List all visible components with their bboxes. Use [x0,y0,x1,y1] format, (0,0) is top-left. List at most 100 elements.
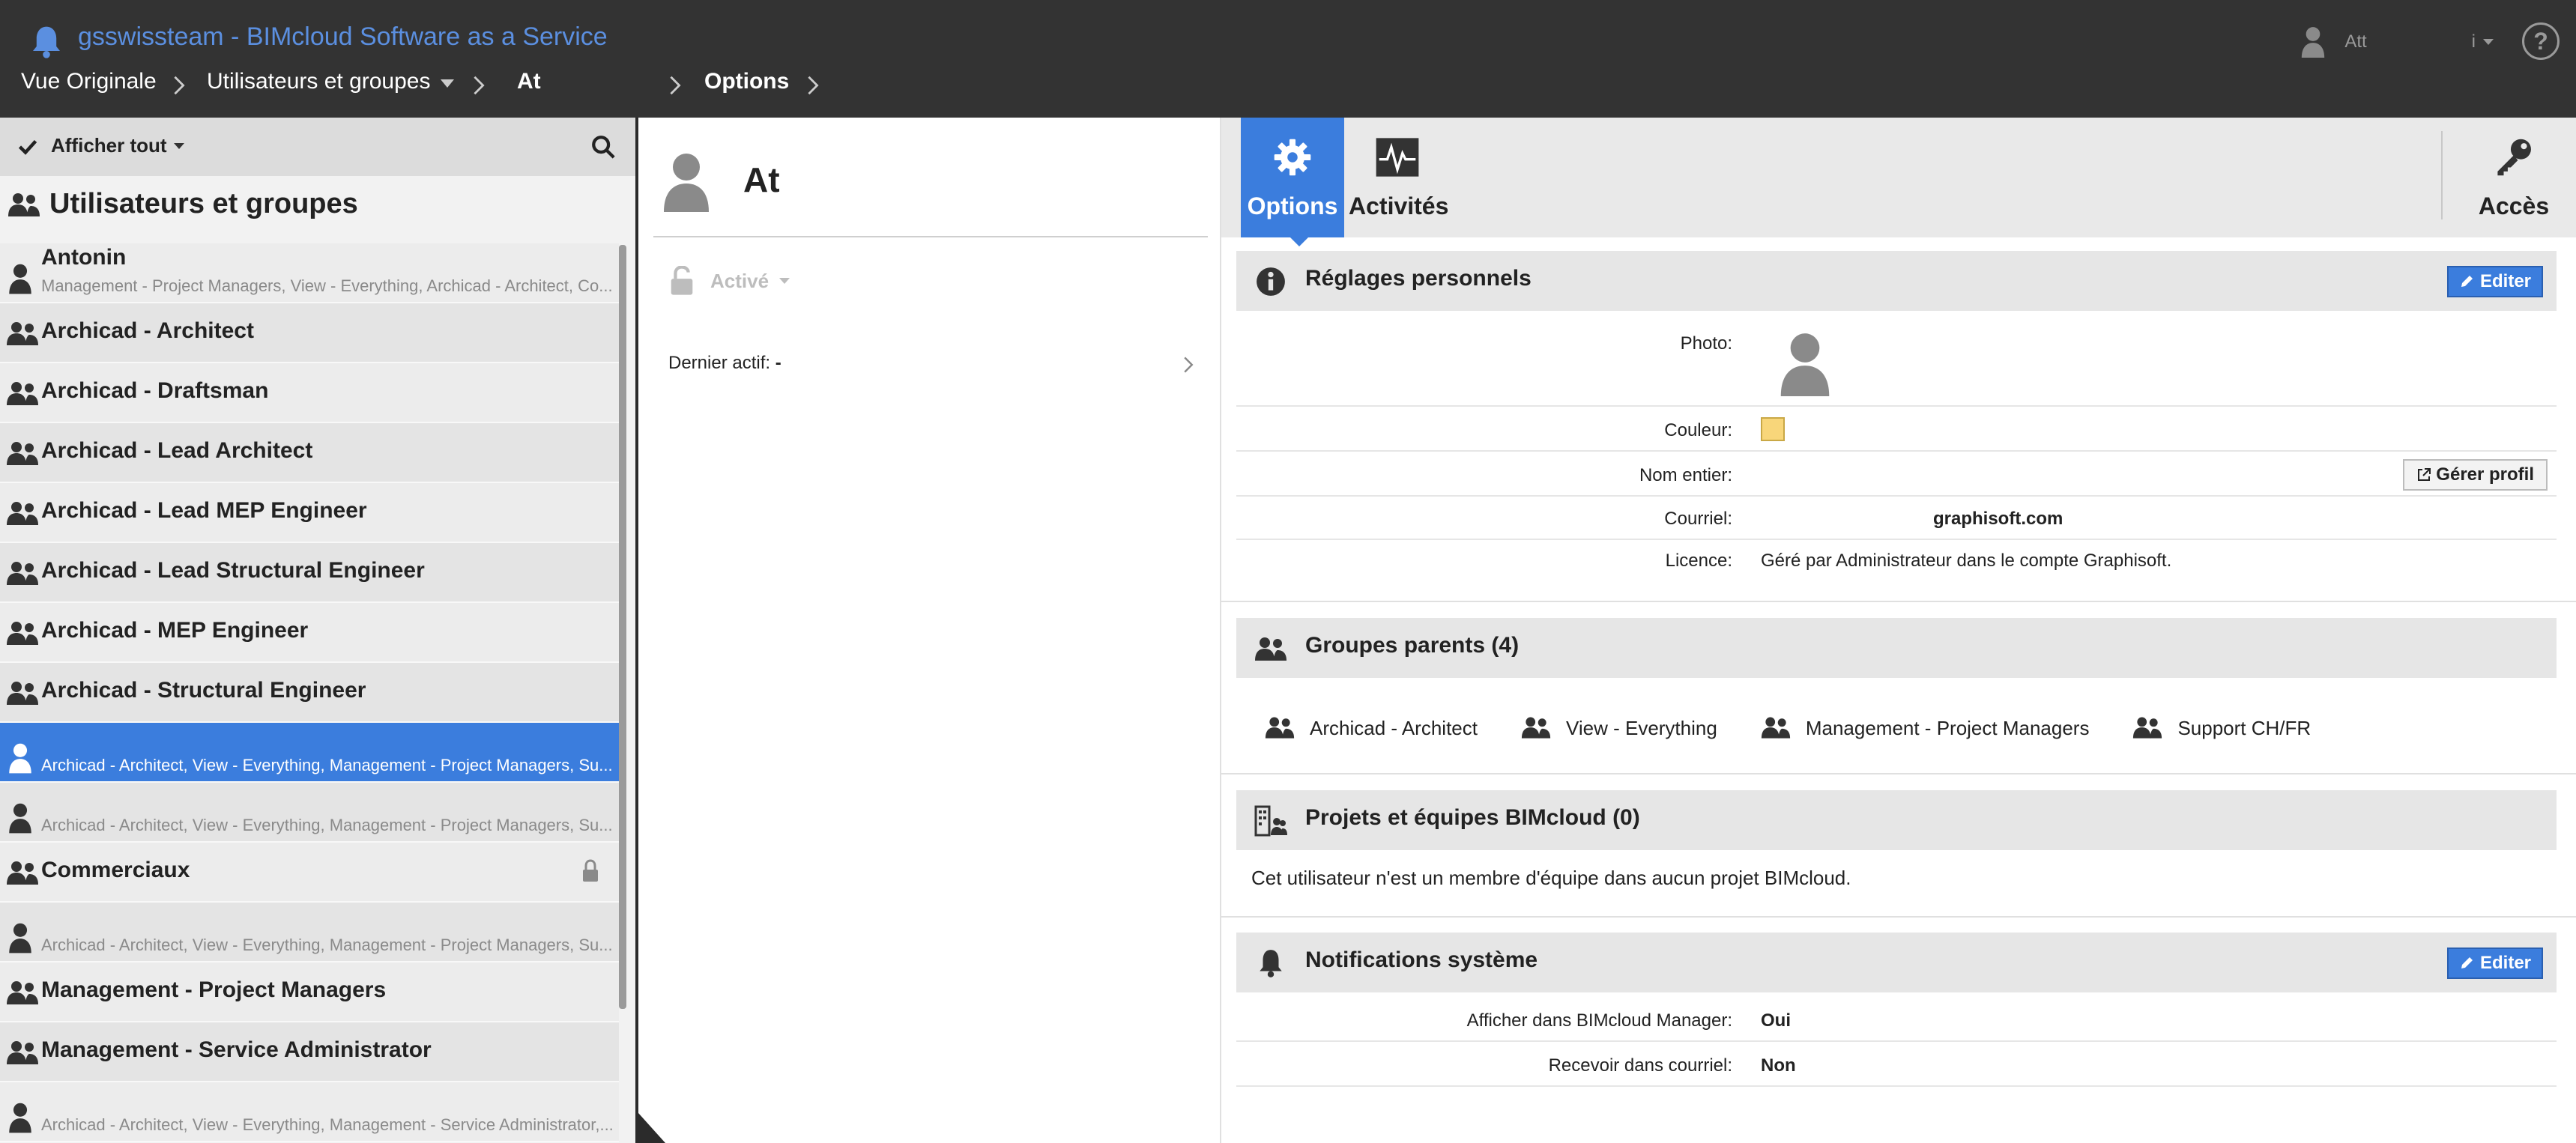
activity-monitor-icon [1376,138,1419,177]
bell-icon[interactable] [27,24,66,60]
search-icon[interactable] [590,134,616,160]
notifications-header: Notifications système Editer [1236,933,2557,992]
group-list-item[interactable]: Archicad - Architect [0,303,619,363]
chevron-right-icon[interactable] [1182,356,1194,374]
last-active-row[interactable]: Dernier actif: - [668,353,781,374]
breadcrumb-options[interactable]: Options [704,69,789,94]
last-active-label: Dernier actif: [668,353,771,373]
license-value: Géré par Administrateur dans le compte G… [1761,551,2172,571]
divider [653,236,1208,237]
group-list-item[interactable]: Management - Service Administrator [0,1022,619,1082]
user-icon [9,923,31,953]
divider [1221,916,2576,918]
chevron-down-icon [2483,39,2494,45]
edit-notifications-button[interactable]: Editer [2446,948,2543,979]
user-list-item[interactable]: Archicad - Architect, View - Everything,… [0,1082,619,1142]
user-icon [9,743,31,774]
personal-settings-title: Réglages personnels [1305,266,1532,291]
group-list-item[interactable]: Archicad - Lead Architect [0,423,619,483]
chevron-right-icon [808,76,819,95]
user-list-item[interactable]: Archicad - Architect, View - Everything,… [0,903,619,962]
group-list-item[interactable]: Archicad - Draftsman [0,363,619,423]
chevron-right-icon [474,76,485,95]
user-icon [9,1103,31,1133]
status-dropdown[interactable]: Activé [668,266,790,296]
user-list-item[interactable]: Archicad - Architect, View - Everything,… [0,723,619,783]
panel-title: Utilisateurs et groupes [49,188,358,219]
email-row: Courriel: graphisoft.com [1236,498,2557,540]
edit-label: Editer [2479,953,2531,973]
projects-title: Projets et équipes BIMcloud (0) [1305,805,1640,830]
user-photo-placeholder-icon[interactable] [1779,332,1831,396]
group-list-item[interactable]: Archicad - Lead Structural Engineer [0,543,619,603]
building-team-icon [1254,805,1287,837]
user-name[interactable]: Att [2344,31,2366,52]
group-icon [8,193,40,216]
breadcrumb-users-groups[interactable]: Utilisateurs et groupes [207,69,430,94]
list-item-groups: Archicad - Architect, View - Everything,… [41,936,613,954]
group-icon [7,981,38,1004]
title-row: gsswissteam - BIMcloud Software as a Ser… [0,6,2576,66]
group-icon [1265,717,1295,739]
license-row: Licence: Géré par Administrateur dans le… [1236,542,2557,583]
key-icon [2497,139,2531,176]
parent-group-item[interactable]: Management - Project Managers [1761,716,2089,740]
group-icon [7,322,38,345]
user-menu-dropdown[interactable]: i [2472,31,2494,52]
user-name-heading: At [743,160,780,199]
tab-access[interactable]: Accès [2465,118,2563,237]
user-list-item[interactable]: Archicad - Architect, View - Everything,… [0,783,619,843]
parent-group-item[interactable]: View - Everything [1521,716,1717,740]
filter-dropdown[interactable]: Afficher tout [51,134,167,157]
gear-icon [1274,139,1311,176]
tab-activities[interactable]: Activités [1349,118,1449,237]
top-bar: gsswissteam - BIMcloud Software as a Ser… [0,0,2576,118]
license-label: Licence: [1665,551,1732,571]
chevron-down-icon[interactable] [174,143,184,149]
chevron-right-icon [670,76,681,95]
group-list-item[interactable]: Archicad - Lead MEP Engineer [0,483,619,543]
group-icon [2133,717,2162,739]
receive-by-email-label: Recevoir dans courriel: [1548,1055,1732,1076]
edit-personal-settings-button[interactable]: Editer [2446,266,2543,297]
group-icon [1255,637,1287,661]
group-list-item[interactable]: Commerciaux [0,843,619,903]
chevron-down-icon[interactable] [441,79,454,88]
email-value: graphisoft.com [1933,509,2063,529]
group-icon [7,622,38,645]
scrollbar[interactable] [619,245,626,1009]
active-tab-pointer [1289,236,1310,246]
user-list-item[interactable]: Antonin Management - Project Managers, Vi… [0,243,619,303]
receive-by-email-row: Recevoir dans courriel: Non [1236,1043,2557,1087]
manage-profile-button[interactable]: Gérer profil [2403,459,2548,491]
parent-group-item[interactable]: Archicad - Architect [1265,716,1478,740]
users-groups-panel: Afficher tout Utilisateurs et groupes An… [0,118,635,1143]
help-icon[interactable]: ? [2522,22,2560,60]
app-title[interactable]: gsswissteam - BIMcloud Software as a Ser… [78,22,608,52]
group-list-item[interactable]: Archicad - Structural Engineer [0,663,619,723]
checkmark-icon [18,139,37,155]
group-icon [7,562,38,585]
parent-group-item[interactable]: Support CH/FR [2132,716,2311,740]
list-item-groups: Management - Project Managers, View - Ev… [41,276,613,295]
user-summary-panel: At Activé Dernier actif: - [635,118,1220,1143]
photo-label: Photo: [1680,333,1732,354]
resize-handle[interactable] [638,1113,665,1143]
breadcrumb-user[interactable]: At [517,69,541,94]
group-icon [7,382,38,405]
pencil-icon [2461,957,2473,968]
chevron-right-icon [174,76,185,95]
list-item-name: Archicad - Lead Structural Engineer [41,558,425,583]
user-area[interactable]: Att i [2300,24,2494,60]
tab-separator [2441,131,2443,219]
tab-bar: Options Activités Accès [1221,118,2576,246]
breadcrumb-root[interactable]: Vue Originale [21,69,157,94]
user-icon [9,803,31,834]
tab-options[interactable]: Options [1241,118,1344,237]
group-list-item[interactable]: Management - Project Managers [0,962,619,1022]
notifications-title: Notifications système [1305,948,1538,972]
user-icon [9,264,31,294]
group-list-item[interactable]: Archicad - MEP Engineer [0,603,619,663]
filter-bar: Afficher tout [0,118,635,176]
tab-activities-label: Activités [1349,192,1449,219]
